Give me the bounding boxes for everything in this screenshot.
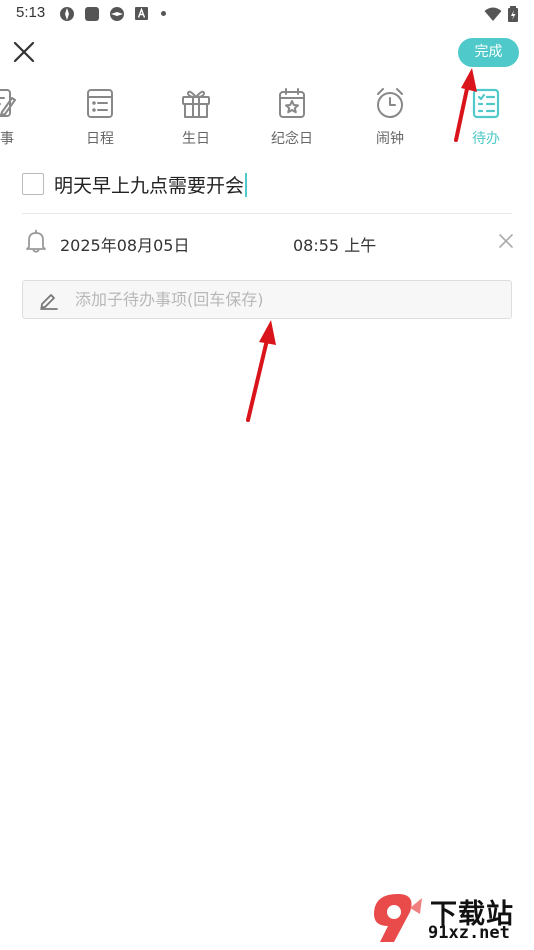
anniversary-icon — [279, 88, 305, 118]
status-time: 5:13 — [16, 4, 46, 21]
todo-icon — [472, 88, 500, 119]
app-notification-icon — [60, 7, 74, 21]
clear-reminder-icon[interactable] — [498, 233, 514, 249]
wifi-icon — [484, 7, 502, 21]
watermark: 下载站 91xz.net — [370, 890, 530, 946]
a-notification-icon — [135, 7, 148, 20]
todo-checkbox[interactable] — [22, 173, 44, 195]
tab-schedule[interactable]: 日程 — [53, 82, 143, 152]
notification-dot — [161, 11, 166, 16]
battery-icon — [508, 6, 518, 22]
tab-anniversary-label: 纪念日 — [271, 131, 313, 147]
reminder-time[interactable]: 08:55 上午 — [293, 232, 376, 256]
alarm-icon — [377, 88, 403, 118]
tab-todo[interactable]: 待办 — [439, 82, 529, 152]
tab-birthday-label: 生日 — [182, 131, 210, 147]
watermark-logo-icon — [374, 894, 422, 942]
tab-notes[interactable]: 记事 — [0, 82, 43, 152]
done-button[interactable]: 完成 — [458, 38, 519, 67]
divider — [22, 213, 512, 214]
reminder-date[interactable]: 2025年08月05日 — [60, 232, 189, 256]
tab-alarm-label: 闹钟 — [376, 131, 404, 147]
app-notification-icon-2 — [110, 7, 124, 21]
watermark-url: 91xz.net — [428, 923, 510, 943]
tab-birthday[interactable]: 生日 — [149, 82, 239, 152]
tab-todo-label: 待办 — [472, 131, 500, 147]
tab-schedule-label: 日程 — [86, 131, 114, 147]
text-caret — [245, 173, 248, 197]
category-tabs: 记事 日程 生日 纪念日 闹钟 待办 — [0, 82, 534, 152]
close-icon[interactable] — [10, 38, 38, 66]
bell-icon — [26, 229, 46, 253]
todo-title-input[interactable]: 明天早上九点需要开会 — [54, 171, 248, 198]
tab-alarm[interactable]: 闹钟 — [343, 82, 433, 152]
subtask-field[interactable] — [22, 280, 512, 319]
tab-notes-label: 记事 — [0, 131, 14, 147]
annotation-arrow-subtask — [246, 320, 276, 422]
tab-anniversary[interactable]: 纪念日 — [245, 82, 335, 152]
square-notification-icon — [85, 7, 99, 21]
status-bar: 5:13 — [0, 0, 534, 28]
gift-icon — [182, 90, 210, 118]
notes-icon — [0, 89, 16, 117]
subtask-input[interactable] — [75, 281, 505, 318]
pencil-icon — [40, 294, 58, 310]
schedule-icon — [87, 89, 113, 118]
todo-title-text: 明天早上九点需要开会 — [54, 175, 245, 197]
